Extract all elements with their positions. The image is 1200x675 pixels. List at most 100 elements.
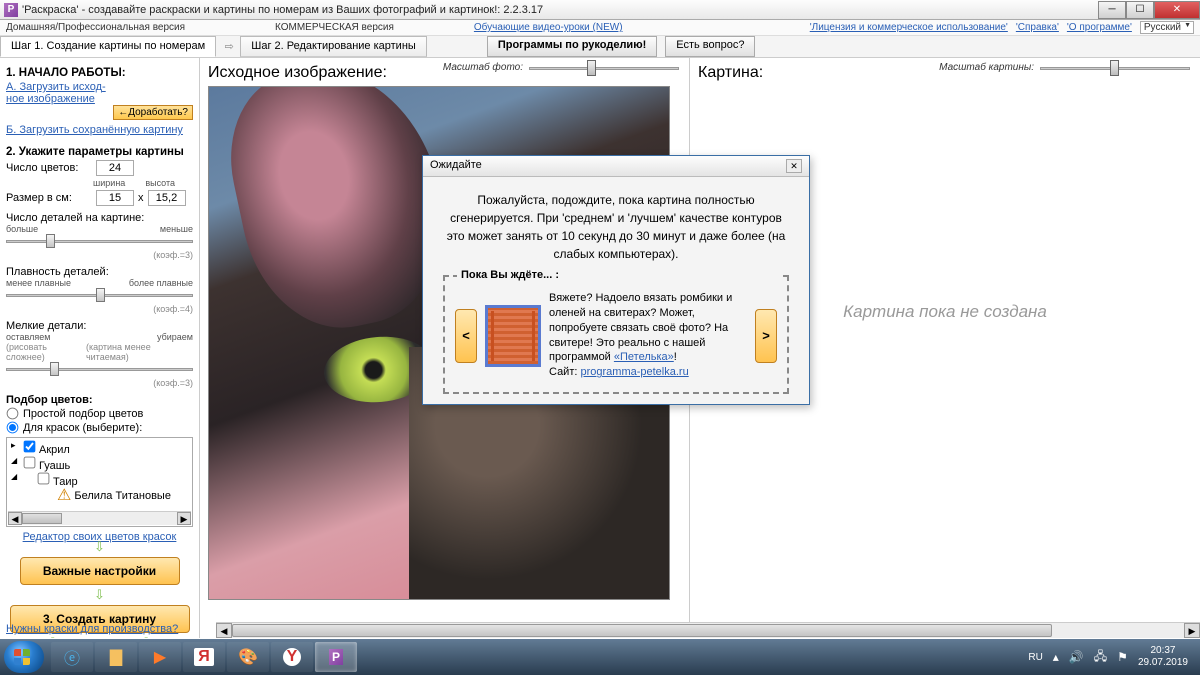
question-button[interactable]: Есть вопрос? — [665, 36, 755, 57]
height-header: высота — [145, 178, 175, 188]
warning-icon: ⚠ — [57, 488, 71, 504]
coef-label-3: (коэф.=3) — [153, 378, 193, 388]
windows-taskbar: ⓔ ▇ ▶ Я 🎨 Y Р RU ▴ 🔊 🖧 ⚑ 20:3729.07.2019 — [0, 639, 1200, 675]
close-button[interactable]: ✕ — [1154, 1, 1200, 19]
left-sidebar: 1. НАЧАЛО РАБОТЫ: А. Загрузить исход­ное… — [0, 58, 200, 638]
crafts-programs-button[interactable]: Программы по рукоделию! — [487, 36, 657, 57]
refine-button[interactable]: ←Доработать? — [113, 105, 193, 120]
color-pick-label: Подбор цветов: — [6, 394, 193, 406]
zoom-src-label: Масштаб фото: — [443, 62, 523, 73]
tair-checkbox[interactable] — [38, 473, 50, 485]
hint-moresmooth: более плавные — [129, 278, 193, 288]
taskbar-ie-icon[interactable]: ⓔ — [51, 642, 93, 672]
petelka-link[interactable]: «Петелька» — [614, 351, 674, 363]
gouache-checkbox[interactable] — [24, 457, 36, 469]
while-you-wait-legend: Пока Вы ждёте... : — [457, 269, 779, 281]
taskbar-player-icon[interactable]: ▶ — [139, 642, 181, 672]
petelka-site-link[interactable]: programma-petelka.ru — [580, 366, 688, 378]
need-paints-link[interactable]: Нужны краски для производства? — [6, 623, 178, 635]
ad-prev-button[interactable]: < — [455, 309, 477, 363]
while-you-wait-box: Пока Вы ждёте... : < Вяжете? Надоело вяз… — [443, 275, 789, 394]
horizontal-scrollbar[interactable]: ◀▶ — [216, 622, 1200, 638]
hint-less: меньше — [160, 224, 193, 234]
minimize-button[interactable]: ─ — [1098, 1, 1126, 19]
edition-commercial: КОММЕРЧЕСКАЯ версия — [275, 22, 394, 33]
x-label: х — [138, 192, 144, 204]
colors-label: Число цветов: — [6, 162, 92, 174]
tray-lang[interactable]: RU — [1028, 652, 1042, 663]
wait-message: Пожалуйста, подождите, пока картина полн… — [443, 191, 789, 263]
wait-dialog-title: Ожидайте — [430, 159, 482, 173]
acrylic-checkbox[interactable] — [24, 441, 36, 453]
zoom-dst-label: Масштаб картины: — [939, 62, 1034, 73]
acrylic-label: Акрил — [39, 444, 70, 456]
important-settings-button[interactable]: Важные настройки — [20, 557, 180, 585]
section-params-title: 2. Укажите параметры картины — [6, 146, 193, 158]
taskbar-paint-icon[interactable]: 🎨 — [227, 642, 269, 672]
ad-next-button[interactable]: > — [755, 309, 777, 363]
tair-label: Таир — [53, 476, 78, 488]
hint-keep: оставляем — [6, 332, 50, 342]
size-label: Размер в см: — [6, 192, 92, 204]
width-header: ширина — [93, 178, 125, 188]
width-input[interactable] — [96, 190, 134, 206]
arrow-down-icon-2: ⇩ — [6, 591, 193, 599]
hint-more: больше — [6, 224, 38, 234]
wait-dialog-close-button[interactable]: ✕ — [786, 159, 802, 173]
system-tray: RU ▴ 🔊 🖧 ⚑ 20:3729.07.2019 — [1028, 645, 1196, 669]
tray-volume-icon[interactable]: 🔊 — [1069, 650, 1084, 664]
hint-lesssmooth: менее плавные — [6, 278, 71, 288]
paints-color-radio[interactable] — [7, 422, 19, 434]
about-link[interactable]: 'О программе' — [1067, 22, 1132, 33]
language-selector[interactable]: Русский — [1140, 21, 1194, 34]
tray-up-icon[interactable]: ▴ — [1053, 650, 1059, 664]
window-title: 'Раскраска' - создавайте раскраски и кар… — [22, 4, 1098, 16]
taskbar-app-icon[interactable]: Р — [315, 642, 357, 672]
window-titlebar: Р 'Раскраска' - создавайте раскраски и к… — [0, 0, 1200, 20]
maximize-button[interactable]: ☐ — [1126, 1, 1154, 19]
step-arrow-icon: ⇨ — [218, 36, 240, 57]
taskbar-yandex-icon[interactable]: Я — [183, 642, 225, 672]
top-menu-row: Домашняя/Профессиональная версия КОММЕРЧ… — [0, 20, 1200, 36]
paints-color-label: Для красок (выберите): — [23, 422, 142, 434]
tray-flag-icon[interactable]: ⚑ — [1117, 650, 1128, 664]
ad-thumbnail — [485, 305, 541, 367]
simple-color-radio[interactable] — [7, 408, 19, 420]
hint-remove: убираем — [157, 332, 193, 342]
small-details-label: Мелкие детали: — [6, 320, 193, 332]
hint-lesscomplex: (картина менее читаемая) — [86, 342, 193, 362]
colors-input[interactable] — [96, 160, 134, 176]
tab-step1[interactable]: Шаг 1. Создание картины по номерам — [0, 36, 216, 57]
app-icon: Р — [4, 3, 18, 17]
coef-label: (коэф.=3) — [153, 250, 193, 260]
bottom-row: Нужны краски для производства? — [6, 623, 178, 635]
tab-step2[interactable]: Шаг 2. Редактирование картины — [240, 36, 427, 57]
gouache-label: Гуашь — [39, 460, 70, 472]
zoom-dst-slider[interactable] — [1040, 63, 1190, 73]
tree-scrollbar[interactable]: ◀▶ — [8, 511, 191, 525]
small-details-slider[interactable] — [6, 364, 193, 374]
simple-color-label: Простой подбор цветов — [23, 408, 143, 420]
tray-clock[interactable]: 20:3729.07.2019 — [1138, 645, 1188, 669]
taskbar-browser-icon[interactable]: Y — [271, 642, 313, 672]
help-link[interactable]: 'Справка' — [1016, 22, 1059, 33]
details-label: Число деталей на картине: — [6, 212, 193, 224]
taskbar-explorer-icon[interactable]: ▇ — [95, 642, 137, 672]
paints-tree[interactable]: Акрил Гуашь Таир ⚠Белила Титановые ◀▶ — [6, 437, 193, 527]
zoom-src-slider[interactable] — [529, 63, 679, 73]
details-slider[interactable] — [6, 236, 193, 246]
start-button[interactable] — [4, 641, 44, 673]
section-start-title: 1. НАЧАЛО РАБОТЫ: — [6, 67, 193, 79]
white-paint-label: Белила Титановые — [74, 490, 171, 502]
load-source-image-link[interactable]: А. Загрузить исход­ное изображение — [6, 81, 116, 105]
wait-dialog: Ожидайте ✕ Пожалуйста, подождите, пока к… — [422, 155, 810, 405]
height-input[interactable] — [148, 190, 186, 206]
tray-network-icon[interactable]: 🖧 — [1094, 647, 1107, 668]
license-link[interactable]: 'Лицензия и коммерческое использование' — [810, 22, 1008, 33]
hint-complex: (рисовать сложнее) — [6, 342, 86, 362]
smoothness-slider[interactable] — [6, 290, 193, 300]
ad-text: Вяжете? Надоело вязать ромбики и оленей … — [549, 291, 747, 380]
tutorial-videos-link[interactable]: Обучающие видео-уроки (NEW) — [474, 22, 623, 33]
load-saved-picture-link[interactable]: Б. Загрузить сохранённую картину — [6, 124, 183, 136]
smoothness-label: Плавность деталей: — [6, 266, 193, 278]
